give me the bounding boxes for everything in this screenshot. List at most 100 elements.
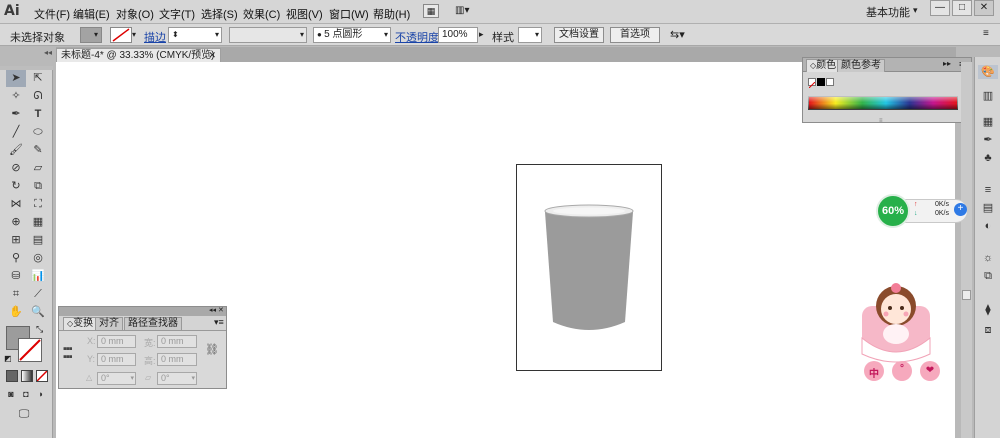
bridge-icon[interactable]: ▦ [423, 4, 439, 18]
swatches-icon[interactable]: ▦ [978, 115, 998, 129]
tab-pathfinder[interactable]: 路径查找器 [124, 317, 182, 330]
plus-icon[interactable]: + [954, 203, 967, 216]
blob-brush-tool-icon[interactable]: ⊘ [6, 160, 26, 177]
constrain-proportions-icon[interactable]: ⛓ [205, 343, 219, 356]
vertical-scrollbar[interactable] [961, 62, 972, 438]
variable-width-profile[interactable]: ▾ [229, 27, 307, 43]
symbol-sprayer-tool-icon[interactable]: ⛁ [6, 268, 26, 285]
type-tool-icon[interactable]: T [28, 106, 48, 123]
ellipse-tool-icon[interactable]: ⬭ [28, 124, 48, 141]
menu-view[interactable]: 视图(V) [286, 6, 323, 22]
menu-help[interactable]: 帮助(H) [373, 6, 410, 22]
perspective-grid-tool-icon[interactable]: ▦ [28, 214, 48, 231]
transparency-icon[interactable]: ◐ [978, 219, 998, 233]
menu-file[interactable]: 文件(F) [34, 6, 70, 22]
panel-menu-icon[interactable]: ≡ [983, 28, 989, 39]
hand-tool-icon[interactable]: ✋ [6, 304, 26, 321]
draw-inside-icon[interactable]: ◗ [34, 386, 48, 403]
scale-tool-icon[interactable]: ⧉ [28, 178, 48, 195]
pencil-tool-icon[interactable]: ✎ [28, 142, 48, 159]
stroke-swatch[interactable] [110, 27, 132, 43]
workspace-switcher[interactable]: 基本功能 [866, 4, 910, 20]
opacity-field[interactable]: 100% [438, 27, 478, 43]
free-transform-tool-icon[interactable]: ⛶ [28, 196, 48, 213]
shape-builder-tool-icon[interactable]: ⊕ [6, 214, 26, 231]
rotate-field[interactable]: 0° ▾ [97, 372, 136, 385]
stroke-icon[interactable]: ≡ [978, 183, 998, 197]
artboards-icon[interactable]: ⧈ [978, 323, 998, 337]
preferences-button[interactable]: 首选项 [610, 27, 660, 43]
brushes-icon[interactable]: ✒ [978, 133, 998, 147]
width-tool-icon[interactable]: ⋈ [6, 196, 26, 213]
screen-mode-icon[interactable]: 🖵 [14, 406, 34, 423]
collapse-panel-icon[interactable]: ▸▸ [943, 59, 951, 68]
paintbrush-tool-icon[interactable]: 🖌 [6, 142, 26, 159]
column-graph-tool-icon[interactable]: 📊 [28, 268, 48, 285]
color-guide-icon[interactable]: ▥ [978, 89, 998, 103]
arrange-icon[interactable]: ⇆▾ [670, 28, 685, 41]
artboard-tool-icon[interactable]: ⌗ [6, 286, 26, 303]
gradient-mode-icon[interactable] [21, 370, 33, 382]
pen-tool-icon[interactable]: ✒ [6, 106, 26, 123]
height-field[interactable]: 0 mm [157, 353, 197, 366]
stroke-label[interactable]: 描边 [144, 29, 166, 45]
menu-window[interactable]: 窗口(W) [329, 6, 369, 22]
width-field[interactable]: 0 mm [157, 335, 197, 348]
panel-menu-icon[interactable]: ▾≡ [214, 317, 224, 328]
scrollbar-thumb[interactable] [962, 290, 971, 300]
network-speed-widget[interactable]: 60% ↑ ↓ 0K/s 0K/s + [876, 194, 970, 228]
document-setup-button[interactable]: 文档设置 [554, 27, 604, 43]
collapse-toolbar-icon[interactable]: ◂◂ [44, 48, 52, 57]
graphic-styles-icon[interactable]: ⧉ [978, 269, 998, 283]
tab-align[interactable]: 对齐 [95, 317, 123, 330]
appearance-icon[interactable]: ☼ [978, 251, 998, 265]
shear-field[interactable]: 0° ▾ [157, 372, 197, 385]
mesh-tool-icon[interactable]: ⊞ [6, 232, 26, 249]
chevron-down-icon[interactable]: ▾ [94, 27, 104, 43]
chevron-down-icon[interactable]: ▾ [913, 5, 918, 16]
paper-cup-artwork[interactable] [517, 165, 663, 372]
blend-tool-icon[interactable]: ◎ [28, 250, 48, 267]
artboard[interactable] [516, 164, 662, 371]
brush-definition[interactable]: ● 5 点圆形 ▾ [313, 27, 391, 43]
opacity-label[interactable]: 不透明度 [395, 29, 439, 45]
draw-normal-icon[interactable]: ◙ [4, 386, 18, 403]
menu-edit[interactable]: 编辑(E) [73, 6, 110, 22]
close-tab-icon[interactable]: ✕ [208, 49, 216, 62]
symbols-icon[interactable]: ♣ [978, 151, 998, 165]
color-mode-icon[interactable] [6, 370, 18, 382]
gradient-tool-icon[interactable]: ▤ [28, 232, 48, 249]
x-field[interactable]: 0 mm [97, 335, 136, 348]
menu-object[interactable]: 对象(O) [116, 6, 154, 22]
layers-icon[interactable]: ⧫ [978, 303, 998, 317]
maximize-button[interactable]: □ [952, 0, 972, 16]
zoom-tool-icon[interactable]: 🔍 [28, 304, 48, 321]
none-swatch[interactable] [808, 78, 816, 89]
tab-color[interactable]: ◇颜色 [806, 59, 841, 72]
resize-grip[interactable]: ≡ [879, 118, 883, 124]
stroke-color-swatch[interactable] [18, 338, 42, 362]
stroke-weight-field[interactable]: ⬍ ▾ [168, 27, 222, 43]
tab-color-guide[interactable]: 颜色参考 [837, 59, 885, 72]
chevron-down-icon[interactable]: ▾ [132, 27, 136, 43]
slice-tool-icon[interactable]: ⟋ [28, 286, 48, 303]
tab-transform[interactable]: ◇变换 [63, 317, 98, 330]
gradient-icon[interactable]: ▤ [978, 201, 998, 215]
swap-colors-icon[interactable]: ⤡ [36, 324, 43, 335]
eraser-tool-icon[interactable]: ▱ [28, 160, 48, 177]
graphic-style-picker[interactable]: ▾ [518, 27, 542, 43]
arrange-documents-icon[interactable]: ▥▾ [455, 4, 477, 18]
menu-effect[interactable]: 效果(C) [243, 6, 280, 22]
black-swatch[interactable] [817, 78, 825, 86]
lasso-tool-icon[interactable]: ᘏ [28, 88, 48, 105]
draw-behind-icon[interactable]: ◘ [19, 386, 33, 403]
minimize-button[interactable]: — [930, 0, 950, 16]
document-tab[interactable]: 未标题-4* @ 33.33% (CMYK/预览) ✕ [56, 48, 221, 62]
menu-select[interactable]: 选择(S) [201, 6, 238, 22]
magic-wand-tool-icon[interactable]: ✧ [6, 88, 26, 105]
collapse-panel-icon[interactable]: ◂◂ ✕ [209, 306, 224, 314]
color-panel-icon[interactable]: 🎨 [978, 65, 998, 79]
default-colors-icon[interactable]: ◩ [4, 354, 12, 363]
y-field[interactable]: 0 mm [97, 353, 136, 366]
white-swatch[interactable] [826, 78, 834, 86]
